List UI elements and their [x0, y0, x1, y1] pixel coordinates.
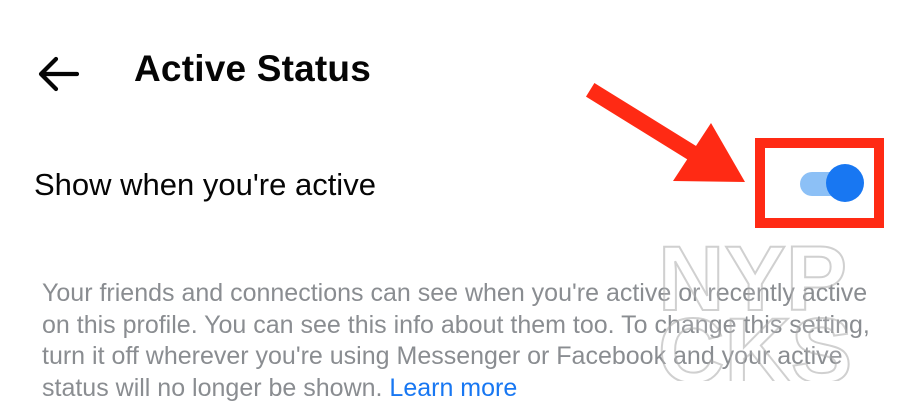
watermark-logo: NYP CKS	[657, 232, 853, 381]
back-button[interactable]	[32, 52, 84, 96]
page-title: Active Status	[134, 48, 372, 89]
header: Active Status	[0, 0, 900, 150]
setting-label: Show when you're active	[34, 167, 376, 202]
active-status-toggle[interactable]	[798, 163, 866, 203]
watermark-line2: CKS	[658, 300, 852, 381]
toggle-thumb	[826, 164, 864, 202]
arrow-left-icon	[38, 56, 79, 92]
learn-more-link[interactable]: Learn more	[389, 374, 517, 402]
red-arrow-icon	[585, 82, 745, 182]
